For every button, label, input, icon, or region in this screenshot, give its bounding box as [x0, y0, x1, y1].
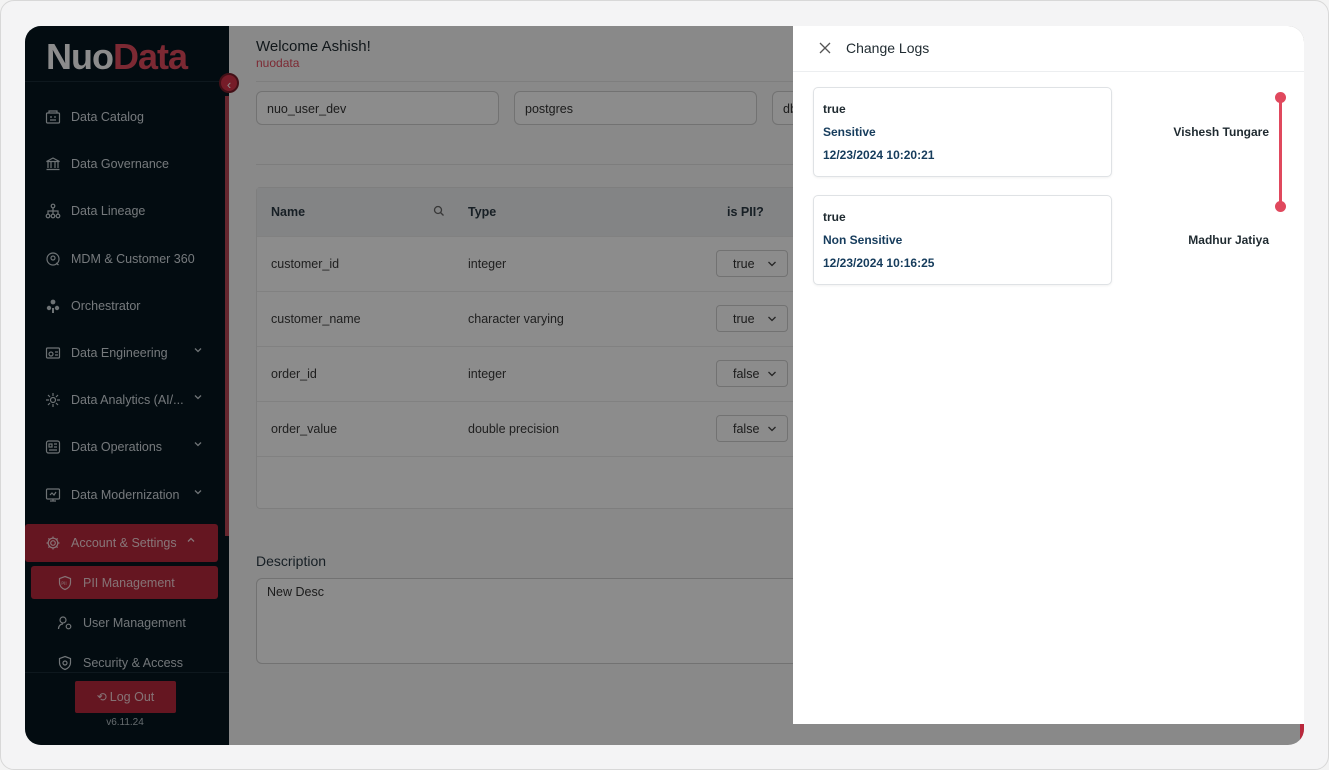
drawer-header: Change Logs	[793, 26, 1304, 72]
change-log-card: true Sensitive 12/23/2024 10:20:21	[813, 87, 1112, 177]
log-user: Madhur Jatiya	[1188, 233, 1269, 247]
log-classification: Sensitive	[823, 125, 876, 139]
timeline-line	[1279, 98, 1282, 206]
log-timestamp: 12/23/2024 10:16:25	[823, 256, 935, 270]
timeline-dot	[1275, 92, 1286, 103]
log-timestamp: 12/23/2024 10:20:21	[823, 148, 935, 162]
drawer-edge	[1300, 724, 1304, 745]
drawer-title: Change Logs	[846, 40, 930, 56]
log-user: Vishesh Tungare	[1173, 125, 1269, 139]
timeline-dot	[1275, 201, 1286, 212]
change-logs-drawer: Change Logs true Sensitive 12/23/2024 10…	[793, 26, 1304, 724]
close-icon[interactable]	[819, 42, 831, 54]
app-window: NuoData Data Catalog Data Governance Dat…	[25, 26, 1304, 745]
log-classification: Non Sensitive	[823, 233, 903, 247]
log-value: true	[823, 102, 846, 116]
log-value: true	[823, 210, 846, 224]
change-log-card: true Non Sensitive 12/23/2024 10:16:25	[813, 195, 1112, 285]
